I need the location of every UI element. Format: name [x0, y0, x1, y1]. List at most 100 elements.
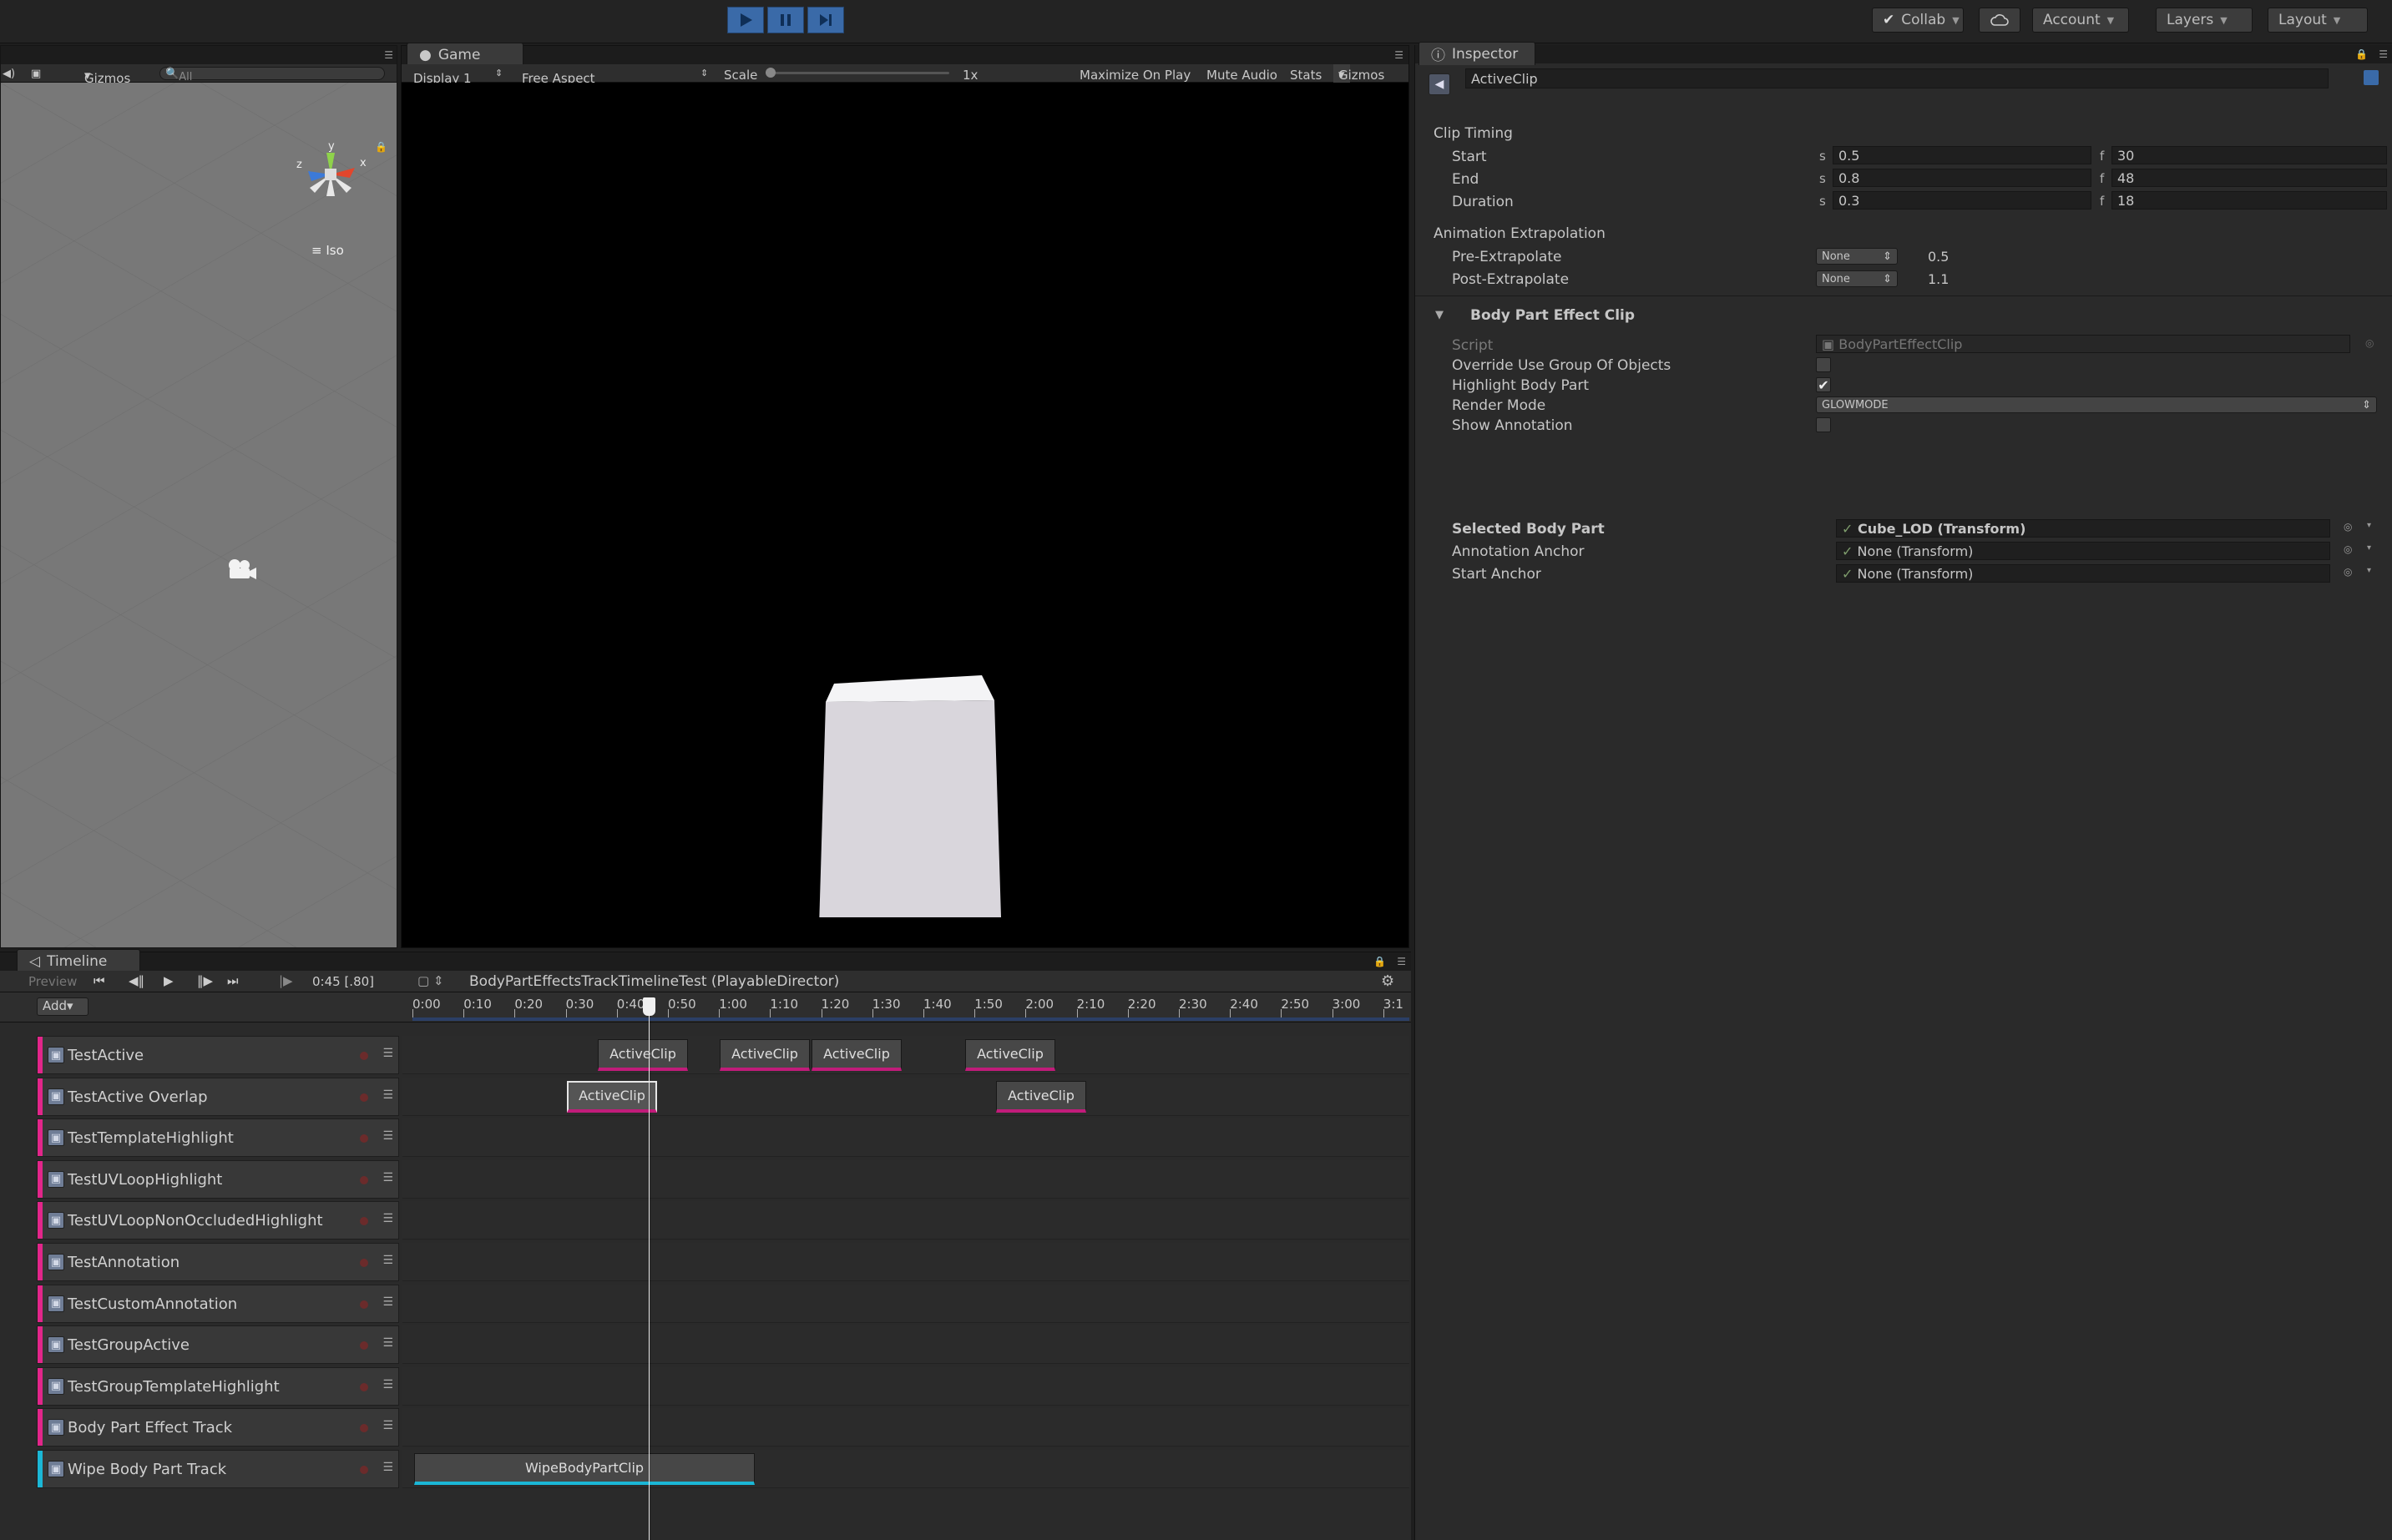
go-to-start-icon[interactable]: ⏮	[94, 973, 105, 988]
camera-icon[interactable]	[225, 557, 258, 583]
end-seconds-field[interactable]: 0.8	[1833, 169, 2091, 187]
scene-grid[interactable]: y x z 🔒 ≡ Iso	[1, 83, 397, 947]
track-header[interactable]: ▣ Wipe Body Part Track ☰	[37, 1450, 399, 1488]
maximize-on-play-toggle[interactable]: Maximize On Play	[1080, 68, 1191, 83]
record-icon[interactable]	[360, 1259, 368, 1267]
track-header[interactable]: ▣ TestActive Overlap ☰	[37, 1077, 399, 1116]
gizmos-dropdown[interactable]: Gizmos ▾	[84, 68, 130, 86]
collab-button[interactable]: ✔ Collab ▼	[1872, 8, 1964, 33]
track-menu-icon[interactable]: ☰	[382, 1254, 393, 1267]
track-header[interactable]: ▣ Body Part Effect Track ☰	[37, 1408, 399, 1447]
duration-seconds-field[interactable]: 0.3	[1833, 191, 2091, 210]
duration-frames-field[interactable]: 18	[2111, 191, 2387, 210]
panel-menu-icon[interactable]: ☰	[1394, 49, 1403, 61]
track-lane[interactable]	[402, 1201, 1409, 1240]
layers-dropdown[interactable]: Layers ▼	[2156, 8, 2253, 33]
track-lane[interactable]	[402, 1077, 1409, 1116]
scene-search-input[interactable]: 🔍 All	[159, 67, 385, 83]
play-timeline-icon[interactable]: ▶	[164, 973, 174, 988]
effects-icon[interactable]: ▣	[31, 68, 41, 80]
track-lane[interactable]	[402, 1036, 1409, 1074]
track-menu-icon[interactable]: ☰	[382, 1047, 393, 1060]
annotation-anchor-field[interactable]: ✓ None (Transform)	[1836, 542, 2330, 560]
active-clip[interactable]: ActiveClip	[996, 1080, 1086, 1113]
record-icon[interactable]	[360, 1093, 368, 1102]
game-render-area[interactable]	[402, 83, 1408, 947]
lock-icon[interactable]: 🔒	[1373, 956, 1386, 967]
record-icon[interactable]	[360, 1134, 368, 1144]
object-picker-icon[interactable]: ◎	[2344, 521, 2352, 533]
track-header[interactable]: ▣ TestGroupTemplateHighlight ☰	[37, 1366, 399, 1406]
active-clip[interactable]: ActiveClip	[720, 1039, 810, 1071]
track-lane[interactable]	[402, 1408, 1409, 1447]
record-icon[interactable]	[360, 1382, 368, 1391]
tab-timeline[interactable]: ◁ Timeline	[17, 949, 140, 972]
next-frame-icon[interactable]: ‖▶	[197, 973, 213, 988]
preview-toggle[interactable]: Preview	[28, 974, 77, 989]
playhead-handle[interactable]	[643, 997, 655, 1016]
object-picker-icon[interactable]: ◎	[2344, 566, 2352, 578]
post-extrapolate-dropdown[interactable]: None ⇕	[1816, 270, 1898, 287]
track-lane[interactable]	[402, 1366, 1409, 1406]
start-seconds-field[interactable]: 0.5	[1833, 146, 2091, 164]
override-group-checkbox[interactable]	[1816, 357, 1831, 372]
previous-frame-icon[interactable]: ◀‖	[129, 973, 144, 988]
tab-game[interactable]: ● Game	[407, 43, 523, 66]
track-menu-icon[interactable]: ☰	[382, 1419, 393, 1432]
track-header[interactable]: ▣ TestGroupActive ☰	[37, 1325, 399, 1365]
dropdown-arrow-icon[interactable]: ▾	[2367, 566, 2371, 575]
track-lane[interactable]	[402, 1159, 1409, 1199]
track-header[interactable]: ▣ TestUVLoopHighlight ☰	[37, 1159, 399, 1199]
wipe-clip[interactable]: WipeBodyPartClip	[414, 1453, 755, 1485]
track-menu-icon[interactable]: ☰	[382, 1295, 393, 1309]
mute-audio-toggle[interactable]: Mute Audio	[1206, 68, 1277, 83]
record-icon[interactable]	[360, 1466, 368, 1474]
render-mode-dropdown[interactable]: GLOWMODE ⇕	[1816, 396, 2377, 413]
foldout-arrow-icon[interactable]: ▼	[1435, 309, 1444, 321]
step-button[interactable]	[807, 7, 844, 33]
selected-body-part-field[interactable]: ✓ Cube_LOD (Transform)	[1836, 519, 2330, 538]
frame-icon[interactable]: ▢ ⇕	[417, 973, 444, 988]
track-menu-icon[interactable]: ☰	[382, 1336, 393, 1350]
projection-toggle[interactable]: ≡ Iso	[311, 243, 344, 258]
track-menu-icon[interactable]: ☰	[382, 1461, 393, 1474]
tab-inspector[interactable]: ⓘ Inspector	[1419, 42, 1535, 65]
component-header[interactable]: Body Part Effect Clip	[1470, 307, 1635, 324]
record-icon[interactable]	[360, 1175, 368, 1184]
highlight-body-part-checkbox[interactable]: ✔	[1816, 377, 1831, 393]
track-lane[interactable]	[402, 1118, 1409, 1158]
pre-extrapolate-dropdown[interactable]: None ⇕	[1816, 248, 1898, 265]
object-name-field[interactable]: ActiveClip	[1465, 68, 2329, 88]
gizmos-toggle[interactable]: Gizmos ▾	[1333, 64, 1384, 83]
orientation-gizmo[interactable]: y x z	[285, 141, 377, 208]
panel-menu-icon[interactable]: ☰	[384, 49, 393, 61]
track-menu-icon[interactable]: ☰	[382, 1129, 393, 1143]
start-anchor-field[interactable]: ✓ None (Transform)	[1836, 564, 2330, 583]
scale-slider-handle[interactable]	[766, 68, 776, 78]
account-dropdown[interactable]: Account ▼	[2032, 8, 2129, 33]
track-lane[interactable]	[402, 1325, 1409, 1365]
track-menu-icon[interactable]: ☰	[382, 1088, 393, 1102]
start-frames-field[interactable]: 30	[2111, 146, 2387, 164]
go-to-end-icon[interactable]: ⏭	[227, 973, 239, 988]
track-menu-icon[interactable]: ☰	[382, 1378, 393, 1391]
scale-slider[interactable]	[766, 72, 949, 74]
dropdown-arrow-icon[interactable]: ▾	[2367, 521, 2371, 530]
track-header[interactable]: ▣ TestCustomAnnotation ☰	[37, 1284, 399, 1323]
track-header[interactable]: ▣ TestAnnotation ☰	[37, 1243, 399, 1281]
audio-icon[interactable]: ◀)	[3, 68, 15, 80]
track-header[interactable]: ▣ TestTemplateHighlight ☰	[37, 1118, 399, 1158]
record-icon[interactable]	[360, 1217, 368, 1226]
active-clip[interactable]: ActiveClip	[965, 1039, 1055, 1071]
object-picker-icon[interactable]: ◎	[2344, 543, 2352, 555]
add-track-button[interactable]: Add▾	[37, 997, 88, 1016]
stats-toggle[interactable]: Stats	[1290, 68, 1322, 83]
track-header[interactable]: ▣ TestUVLoopNonOccludedHighlight ☰	[37, 1201, 399, 1240]
lock-icon[interactable]: 🔒	[375, 141, 387, 153]
cloud-button[interactable]	[1979, 8, 2020, 33]
play-button[interactable]	[727, 7, 764, 33]
time-display[interactable]: 0:45 [.80]	[312, 974, 374, 989]
panel-menu-icon[interactable]: ☰	[2379, 48, 2388, 60]
active-clip[interactable]: ActiveClip	[567, 1080, 657, 1113]
record-icon[interactable]	[360, 1052, 368, 1060]
